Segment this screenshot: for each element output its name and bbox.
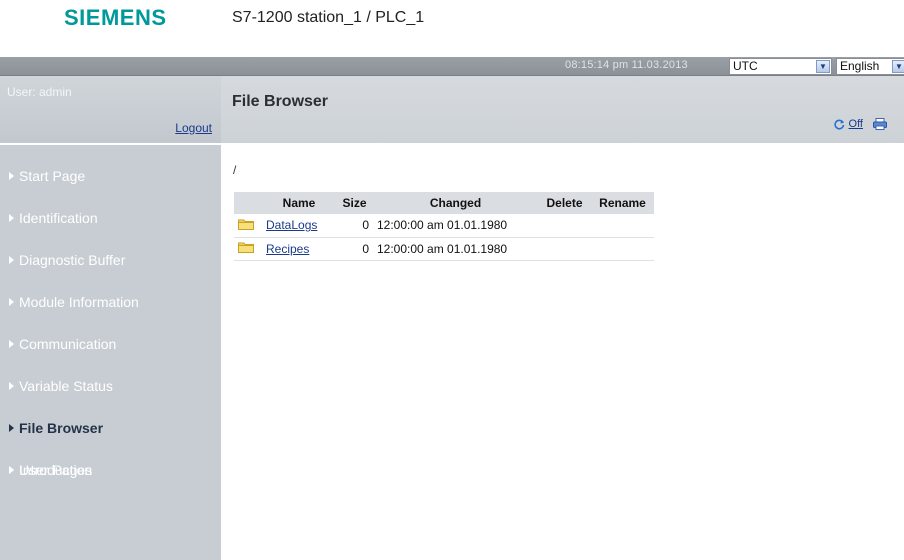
siemens-logo: SIEMENS [64,5,167,30]
arrow-right-icon [9,172,14,180]
arrow-right-icon [9,466,14,474]
page: SIEMENS S7-1200 station_1 / PLC_1 08:15:… [0,0,904,560]
column-header-icon [234,192,262,214]
arrow-right-icon [9,298,14,306]
page-title: File Browser [232,93,329,110]
column-header-name: Name [262,192,336,214]
folder-cell [234,237,262,261]
header: SIEMENS S7-1200 station_1 / PLC_1 [0,0,904,57]
arrow-right-icon [9,424,14,432]
refresh-icon[interactable] [833,118,845,130]
column-header-rename: Rename [591,192,654,214]
toolbar: Off [833,117,887,131]
user-box: User: admin Logout [0,76,221,145]
file-changed-cell: 12:00:00 am 01.01.1980 [373,214,538,238]
sidebar-item-label: Start Page [19,168,86,184]
sidebar-item-label: Diagnostic Buffer [19,252,126,268]
file-size-cell: 0 [336,214,373,238]
sidebar-item-introduction[interactable]: Introduction [0,449,221,491]
folder-icon [238,242,254,253]
table-row: Recipes 0 12:00:00 am 01.01.1980 [234,237,654,261]
refresh-off-link[interactable]: Off [849,118,863,130]
content-header: File Browser Off [221,76,904,145]
sidebar-nav: Start Page Identification Diagnostic Buf… [0,155,221,491]
folder-cell [234,214,262,238]
language-select[interactable]: English ▼ [836,58,904,75]
column-header-delete: Delete [538,192,591,214]
user-label: User: admin [7,85,72,99]
station-title: S7-1200 station_1 / PLC_1 [232,9,425,26]
timezone-value: UTC [733,59,758,73]
sidebar-item-start-page[interactable]: Start Page [0,155,221,197]
table-row: DataLogs 0 12:00:00 am 01.01.1980 [234,214,654,238]
sidebar-item-label: Variable Status [19,378,113,394]
folder-icon [238,219,254,230]
language-value: English [840,59,880,73]
sidebar-item-diagnostic-buffer[interactable]: Diagnostic Buffer [0,239,221,281]
sidebar-item-module-information[interactable]: Module Information [0,281,221,323]
file-rename-cell [591,237,654,261]
file-name-cell: DataLogs [262,214,336,238]
file-delete-cell [538,237,591,261]
sidebar: User: admin Logout Start Page Identifica… [0,76,221,560]
chevron-down-icon[interactable]: ▼ [816,60,830,73]
file-changed-cell: 12:00:00 am 01.01.1980 [373,237,538,261]
arrow-right-icon [9,256,14,264]
timezone-select[interactable]: UTC ▼ [729,58,832,75]
sidebar-item-label: Module Information [19,294,139,310]
file-table: Name Size Changed Delete Rename DataLogs… [234,192,654,261]
column-header-size: Size [336,192,373,214]
printer-icon[interactable] [873,118,887,130]
sidebar-item-communication[interactable]: Communication [0,323,221,365]
file-rename-cell [591,214,654,238]
arrow-right-icon [9,382,14,390]
file-size-cell: 0 [336,237,373,261]
file-name-cell: Recipes [262,237,336,261]
sidebar-item-file-browser[interactable]: File Browser [0,407,221,449]
folder-link-datalogs[interactable]: DataLogs [266,218,317,232]
sidebar-item-label: Identification [19,210,98,226]
top-bar: 08:15:14 pm 11.03.2013 UTC ▼ English ▼ [0,57,904,76]
arrow-right-icon [9,214,14,222]
file-delete-cell [538,214,591,238]
table-header-row: Name Size Changed Delete Rename [234,192,654,214]
sidebar-item-identification[interactable]: Identification [0,197,221,239]
arrow-right-icon [9,340,14,348]
column-header-changed: Changed [373,192,538,214]
sidebar-item-variable-status[interactable]: Variable Status [0,365,221,407]
current-path: / [233,163,237,177]
clock-readout: 08:15:14 pm 11.03.2013 [565,59,688,71]
sidebar-item-label: Communication [19,336,117,352]
sidebar-item-label: File Browser [19,420,104,436]
sidebar-item-label: Introduction [19,462,93,478]
chevron-down-icon[interactable]: ▼ [892,60,904,73]
folder-link-recipes[interactable]: Recipes [266,242,309,256]
logout-link[interactable]: Logout [175,121,212,135]
